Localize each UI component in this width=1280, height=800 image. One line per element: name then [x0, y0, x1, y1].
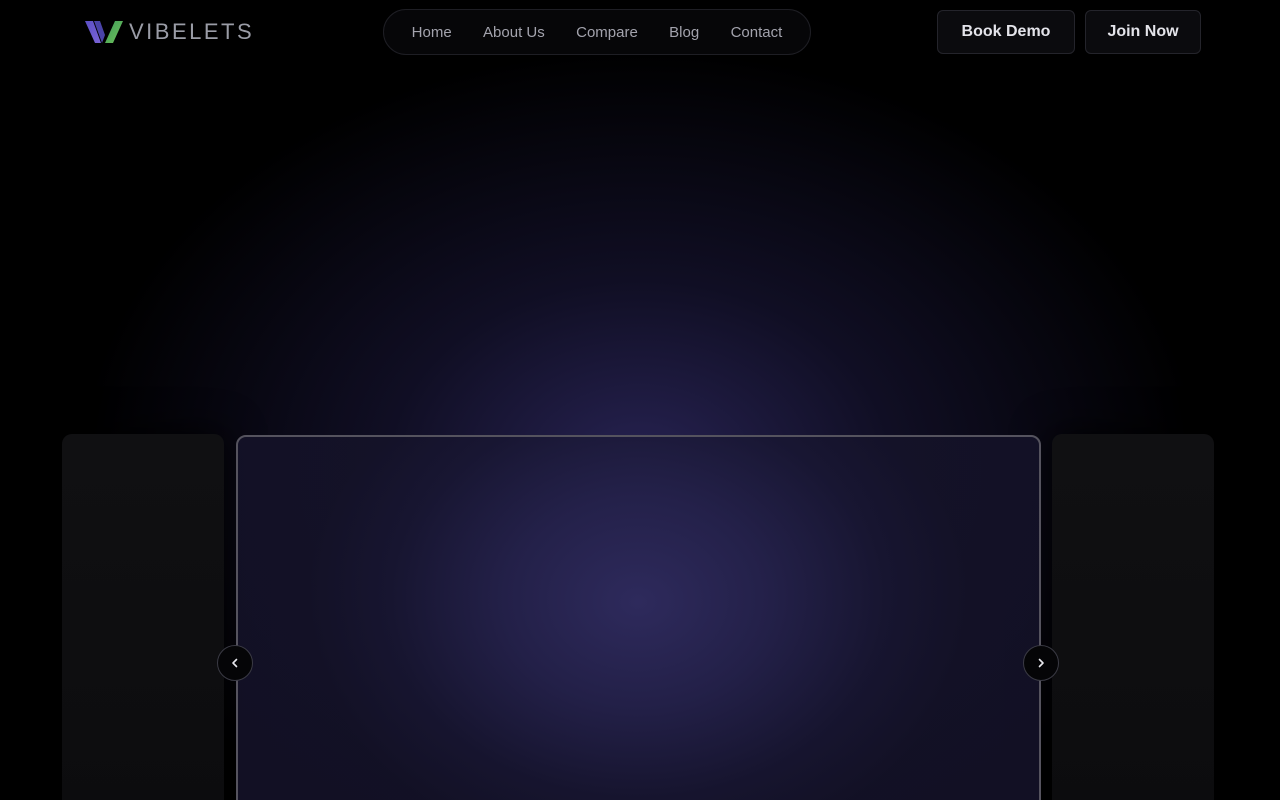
nav-item-compare[interactable]: Compare	[576, 24, 638, 41]
carousel-next-button[interactable]	[1023, 645, 1059, 681]
carousel-prev-slide[interactable]	[62, 434, 224, 800]
carousel-prev-button[interactable]	[217, 645, 253, 681]
brand-name: VIBELETS	[129, 19, 255, 44]
chevron-left-icon	[232, 658, 238, 668]
nav-item-blog[interactable]: Blog	[669, 24, 699, 41]
landing-page: VIBELETS Home About Us Compare Blog Cont…	[0, 0, 1280, 800]
nav-item-about-us[interactable]: About Us	[483, 24, 545, 41]
join-now-button[interactable]: Join Now	[1085, 10, 1201, 54]
site-header: VIBELETS Home About Us Compare Blog Cont…	[0, 0, 1280, 64]
main-nav: Home About Us Compare Blog Contact	[383, 9, 811, 55]
chevron-right-icon	[1038, 658, 1044, 668]
brand-logo[interactable]: VIBELETS	[85, 18, 254, 46]
nav-item-home[interactable]: Home	[412, 24, 452, 41]
book-demo-button[interactable]: Book Demo	[937, 10, 1075, 54]
vibelets-logo-icon	[85, 21, 123, 43]
nav-item-contact[interactable]: Contact	[731, 24, 783, 41]
carousel-next-slide[interactable]	[1052, 434, 1214, 800]
carousel-active-slide[interactable]	[236, 435, 1041, 800]
